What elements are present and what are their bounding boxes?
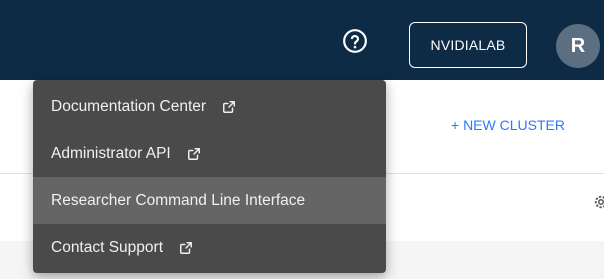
gear-icon[interactable] bbox=[592, 193, 604, 211]
external-link-icon bbox=[222, 100, 236, 114]
menu-item-label: Contact Support bbox=[51, 238, 164, 256]
top-app-bar: NVIDIALAB R bbox=[0, 0, 604, 80]
menu-item-contact-support[interactable]: Contact Support bbox=[33, 224, 386, 271]
menu-item-researcher-cli[interactable]: Researcher Command Line Interface bbox=[33, 177, 386, 224]
external-link-icon bbox=[187, 147, 201, 161]
external-link-icon bbox=[179, 241, 193, 255]
menu-item-label: Administrator API bbox=[51, 144, 171, 162]
new-cluster-button[interactable]: + NEW CLUSTER bbox=[451, 117, 565, 133]
menu-item-label: Documentation Center bbox=[51, 97, 207, 115]
avatar[interactable]: R bbox=[556, 24, 600, 68]
tenant-button[interactable]: NVIDIALAB bbox=[409, 22, 527, 68]
help-button[interactable] bbox=[337, 23, 373, 59]
menu-item-label: Researcher Command Line Interface bbox=[51, 191, 306, 209]
help-menu: Documentation Center Administrator API R… bbox=[33, 80, 386, 273]
help-circle-icon bbox=[343, 29, 367, 53]
menu-item-administrator-api[interactable]: Administrator API bbox=[33, 130, 386, 177]
menu-item-documentation-center[interactable]: Documentation Center bbox=[33, 83, 386, 130]
